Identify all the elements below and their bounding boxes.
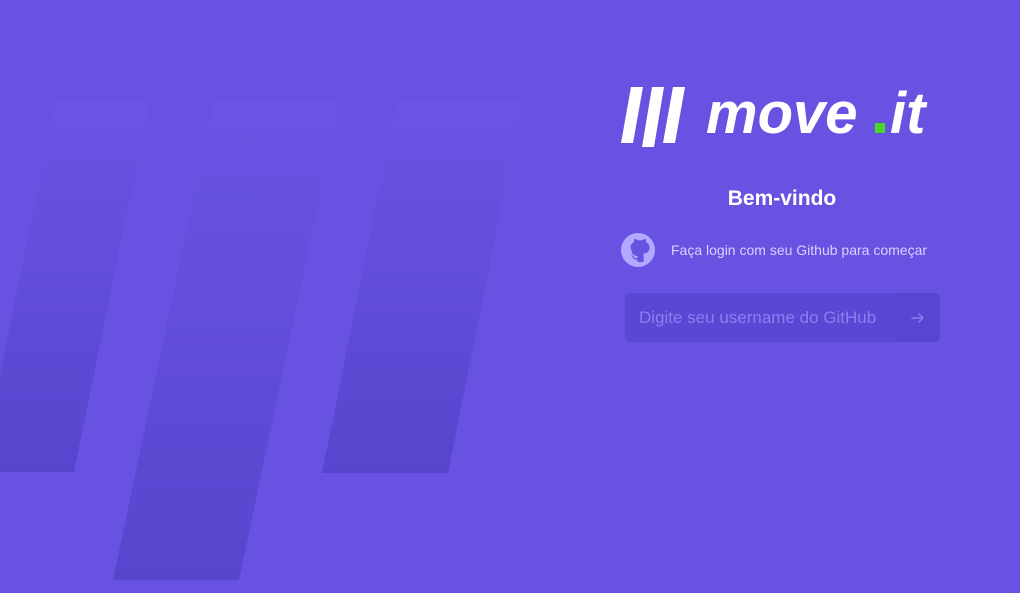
github-username-input[interactable]	[625, 293, 895, 342]
svg-text:it: it	[890, 81, 928, 146]
svg-text:move: move	[706, 81, 858, 146]
background-stripe-left	[0, 100, 150, 472]
logo-accent-dot	[875, 123, 885, 133]
welcome-title: Bem-vindo	[727, 187, 837, 210]
background-stripe-right	[322, 100, 523, 473]
github-login-text: Faça login com seu Github para começar	[671, 242, 928, 258]
github-login-row: Faça login com seu Github para começar	[620, 233, 960, 267]
github-login-form	[625, 293, 940, 342]
login-panel: move it Bem-vindo Faça login com seu Git…	[600, 60, 960, 380]
move-it-logo: move it	[621, 81, 928, 147]
login-page: move it Bem-vindo Faça login com seu Git…	[0, 0, 1020, 593]
github-icon	[621, 233, 655, 267]
arrow-right-icon	[910, 312, 924, 323]
background-stripe-middle	[113, 100, 340, 580]
login-submit-button[interactable]	[895, 293, 940, 342]
